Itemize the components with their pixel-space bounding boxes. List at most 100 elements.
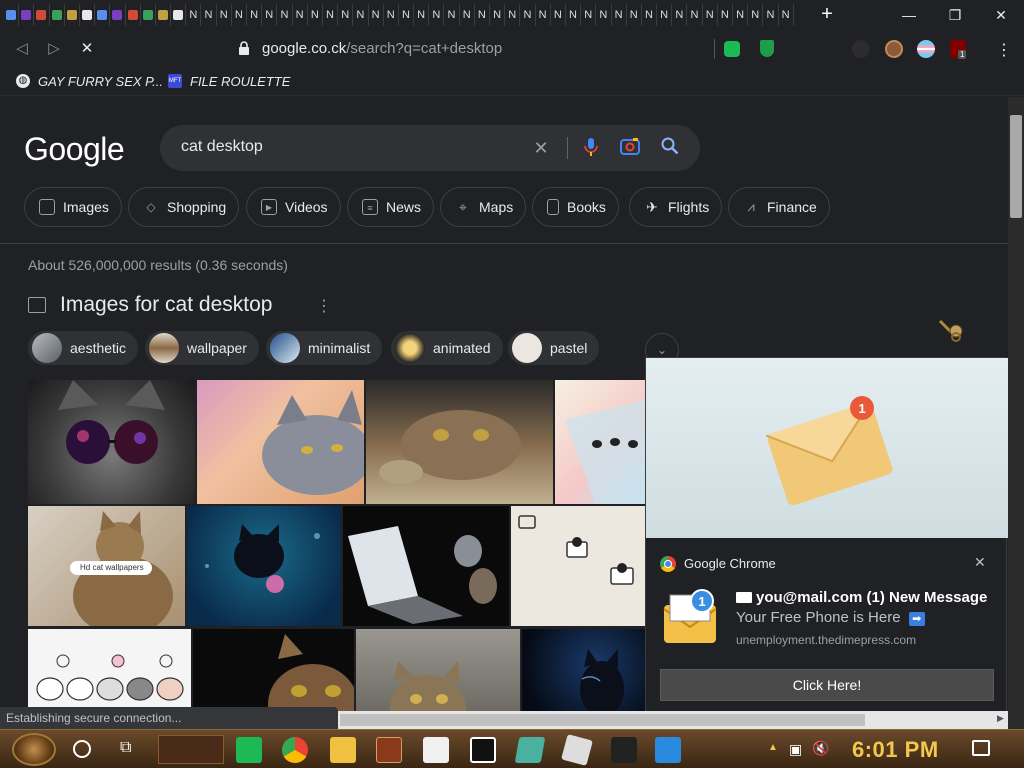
filter-finance[interactable]: ⩘ Finance: [728, 187, 830, 227]
7zip-taskbar-icon[interactable]: [470, 737, 496, 763]
start-button[interactable]: [12, 733, 56, 766]
browser-tab[interactable]: N: [353, 4, 369, 26]
browser-tab[interactable]: N: [703, 4, 718, 26]
chrome-notification[interactable]: 1 Google Chrome ✕ 1 you@mail.com (1) New…: [645, 357, 1008, 715]
image-result[interactable]: [555, 380, 645, 504]
browser-tab[interactable]: N: [293, 4, 308, 26]
filter-images[interactable]: Images: [24, 187, 122, 227]
vertical-scrollbar-thumb[interactable]: [1010, 115, 1022, 218]
browser-tab[interactable]: N: [566, 4, 582, 26]
flag-extension-icon[interactable]: [917, 40, 935, 58]
refine-aesthetic[interactable]: aesthetic: [28, 331, 139, 365]
image-result[interactable]: [356, 629, 520, 711]
roblox-taskbar-icon[interactable]: [561, 734, 593, 766]
filter-videos[interactable]: ▶ Videos: [246, 187, 341, 227]
browser-tab[interactable]: N: [369, 4, 384, 26]
clear-search-icon[interactable]: ✕: [530, 137, 552, 159]
network-icon[interactable]: ▣: [789, 741, 802, 758]
browser-tab[interactable]: N: [718, 4, 733, 26]
google-logo[interactable]: Google: [24, 131, 125, 168]
browser-tab[interactable]: N: [201, 4, 217, 26]
refine-wallpaper[interactable]: wallpaper: [145, 331, 259, 365]
filter-news[interactable]: ≡ News: [347, 187, 435, 227]
image-result[interactable]: [187, 506, 341, 626]
browser-tab[interactable]: N: [763, 4, 779, 26]
browser-tab[interactable]: N: [217, 4, 232, 26]
browser-tab[interactable]: N: [551, 4, 566, 26]
image-result[interactable]: [197, 380, 364, 504]
browser-tab[interactable]: [50, 4, 65, 26]
image-result[interactable]: Hd cat wallpapers: [28, 506, 185, 626]
browser-tab[interactable]: N: [748, 4, 764, 26]
browser-tab[interactable]: N: [627, 4, 642, 26]
menu-icon[interactable]: ⋮: [996, 40, 1012, 60]
browser-tab[interactable]: N: [687, 4, 703, 26]
profile-avatar[interactable]: [885, 40, 903, 58]
ublock-extension-icon[interactable]: 1: [950, 40, 967, 59]
browser-tab[interactable]: N: [672, 4, 688, 26]
search-input[interactable]: cat desktop: [181, 138, 263, 156]
refine-pastel[interactable]: pastel: [508, 331, 600, 365]
stop-loading-button[interactable]: ✕: [76, 38, 98, 60]
browser-tab[interactable]: [171, 4, 187, 26]
new-tab-button[interactable]: +: [816, 4, 838, 26]
search-icon[interactable]: [659, 137, 681, 159]
browser-tab[interactable]: N: [460, 4, 475, 26]
spotify-extension-icon[interactable]: [724, 41, 740, 57]
browser-tab[interactable]: N: [642, 4, 658, 26]
refine-animated[interactable]: animated: [391, 331, 503, 365]
refine-minimalist[interactable]: minimalist: [266, 331, 383, 365]
minimize-button[interactable]: —: [897, 5, 921, 25]
extension-icon[interactable]: [852, 40, 870, 58]
bookmark-item-2[interactable]: MFT FILE ROULETTE: [168, 72, 290, 90]
back-button[interactable]: ◁: [11, 38, 33, 60]
browser-tab[interactable]: N: [399, 4, 415, 26]
shield-extension-icon[interactable]: [760, 40, 774, 57]
browser-tab[interactable]: N: [308, 4, 323, 26]
image-result[interactable]: [366, 380, 553, 504]
close-window-button[interactable]: ✕: [989, 5, 1013, 25]
image-result[interactable]: [28, 380, 195, 504]
app-taskbar-icon[interactable]: [423, 737, 449, 763]
browser-tab[interactable]: N: [338, 4, 354, 26]
browser-tab[interactable]: N: [596, 4, 612, 26]
browser-tab[interactable]: N: [475, 4, 490, 26]
filter-maps[interactable]: ⌖ Maps: [440, 187, 527, 227]
image-result[interactable]: [522, 629, 645, 711]
browser-tab[interactable]: [34, 4, 50, 26]
browser-tab[interactable]: N: [657, 4, 673, 26]
spotify-taskbar-icon[interactable]: [236, 737, 262, 763]
volume-muted-icon[interactable]: 🔇: [812, 740, 829, 757]
unity-taskbar-icon[interactable]: [611, 737, 637, 763]
browser-tab[interactable]: N: [444, 4, 460, 26]
camera-search-icon[interactable]: [619, 137, 641, 159]
browser-tab[interactable]: N: [581, 4, 597, 26]
game-taskbar-icon[interactable]: [376, 737, 402, 763]
image-result[interactable]: [343, 506, 509, 626]
horizontal-scrollbar-thumb[interactable]: [340, 714, 865, 726]
browser-tab[interactable]: [156, 4, 172, 26]
scroll-right-arrow-icon[interactable]: ▶: [997, 713, 1004, 724]
restore-button[interactable]: ❐: [943, 5, 967, 25]
notifications-icon[interactable]: [972, 740, 990, 756]
search-box[interactable]: cat desktop ✕: [160, 125, 700, 171]
bookmark-item-1[interactable]: ◍ GAY FURRY SEX P...: [16, 72, 163, 90]
file-explorer-taskbar-icon[interactable]: [330, 737, 356, 763]
browser-tab[interactable]: N: [733, 4, 749, 26]
browser-tab[interactable]: [126, 4, 141, 26]
filter-shopping[interactable]: ◇ Shopping: [128, 187, 240, 227]
browser-tab[interactable]: N: [414, 4, 430, 26]
roblox-studio-taskbar-icon[interactable]: [655, 737, 681, 763]
filter-books[interactable]: Books: [532, 187, 619, 227]
browser-tab[interactable]: [65, 4, 80, 26]
microphone-icon[interactable]: [580, 137, 602, 159]
browser-tab[interactable]: N: [536, 4, 551, 26]
browser-tab[interactable]: [95, 4, 111, 26]
browser-tab[interactable]: N: [384, 4, 399, 26]
notification-close-icon[interactable]: ✕: [974, 554, 986, 571]
filter-flights[interactable]: ✈ Flights: [629, 187, 723, 227]
more-options-icon[interactable]: ⋮: [316, 296, 332, 316]
browser-tab[interactable]: N: [505, 4, 521, 26]
browser-tab[interactable]: [19, 4, 35, 26]
forward-button[interactable]: ▷: [43, 38, 65, 60]
